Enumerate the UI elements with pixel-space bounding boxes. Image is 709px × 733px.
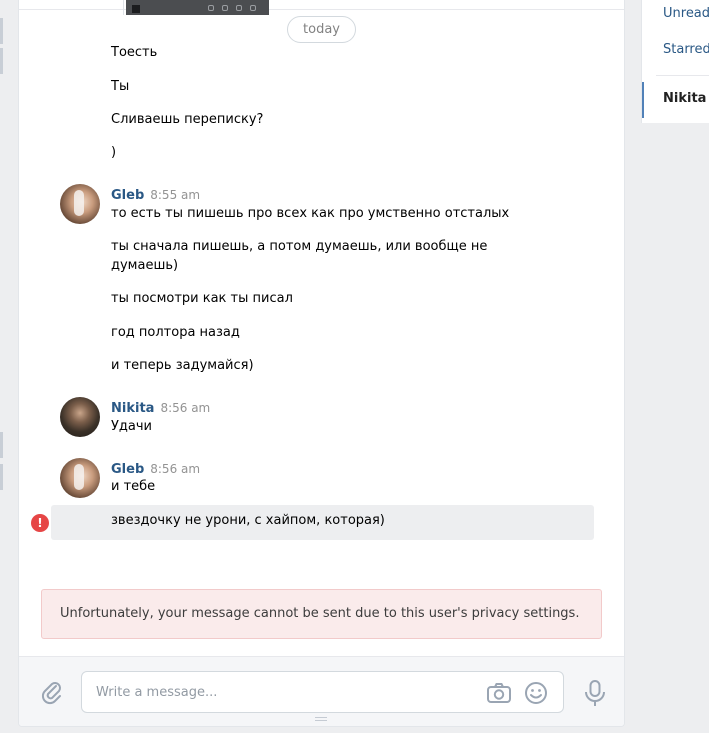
day-separator: today [287,16,356,43]
message-header: Nikita 8:56 am [111,399,210,418]
attachment-action-icon [250,5,256,11]
message-composer [19,656,624,726]
message-text: ты сначала пишешь, а потом думаешь, или … [111,239,488,254]
smile-icon[interactable] [523,680,549,706]
filter-starred[interactable]: Starred [663,42,709,57]
message-header: Gleb 8:55 am [111,186,200,205]
message-text: Тоесть [111,45,158,60]
message-time[interactable]: 8:56 am [160,401,210,415]
message-input-box [81,671,564,713]
attachment-thumb [132,5,140,13]
author-name[interactable]: Gleb [111,188,144,203]
filter-unread[interactable]: Unread [663,6,709,21]
message-text: ) [111,145,117,160]
message-text: год полтора назад [111,325,240,340]
message-text: ты посмотри как ты писал [111,291,293,306]
message-text: и тебе [111,479,156,494]
panel-divider [656,75,709,76]
previous-attachment[interactable] [123,0,269,15]
error-icon[interactable]: ! [31,514,49,532]
left-edge-tick [0,48,3,74]
author-name[interactable]: Nikita [111,401,154,416]
message-text: и теперь задумайся) [111,358,254,373]
attachment-action-icon [222,5,228,11]
message-header: Gleb 8:56 am [111,460,200,479]
left-edge-tick [0,432,3,458]
message-time[interactable]: 8:56 am [150,462,200,476]
message-text: думаешь) [111,258,179,273]
conversation-filter-panel: Unread Starred Nikita K [641,0,709,123]
left-edge-tick [0,18,3,44]
avatar[interactable] [60,458,100,498]
avatar[interactable] [60,397,100,437]
left-edge-markers [0,0,3,733]
failed-message-text: звездочку не урони, с хайпом, которая) [111,513,385,528]
active-conversation-item[interactable]: Nikita K [642,82,709,118]
resize-handle[interactable] [315,717,327,724]
message-text: то есть ты пишешь про всех как про умств… [111,206,510,221]
message-time[interactable]: 8:55 am [150,188,200,202]
privacy-notice: Unfortunately, your message cannot be se… [41,589,602,639]
left-edge-tick [0,464,3,490]
avatar-photo [74,190,84,216]
message-text: Ты [111,79,130,94]
microphone-icon[interactable] [582,679,608,707]
top-divider [19,9,624,10]
avatar-photo [74,464,84,490]
author-name[interactable]: Gleb [111,462,144,477]
message-text: Сливаешь переписку? [111,112,264,127]
avatar[interactable] [60,184,100,224]
attachment-action-icon [236,5,242,11]
message-text: Удачи [111,419,153,434]
attachment-preview-bar [126,0,269,15]
attachment-action-icon [208,5,214,11]
chat-panel: today Тоесть Ты Сливаешь переписку? ) Gl… [18,0,625,727]
paperclip-icon[interactable] [39,679,65,705]
camera-icon[interactable] [486,680,512,706]
active-conversation-name: Nikita K [663,91,709,106]
active-indicator [642,82,644,118]
message-input[interactable] [96,672,466,712]
